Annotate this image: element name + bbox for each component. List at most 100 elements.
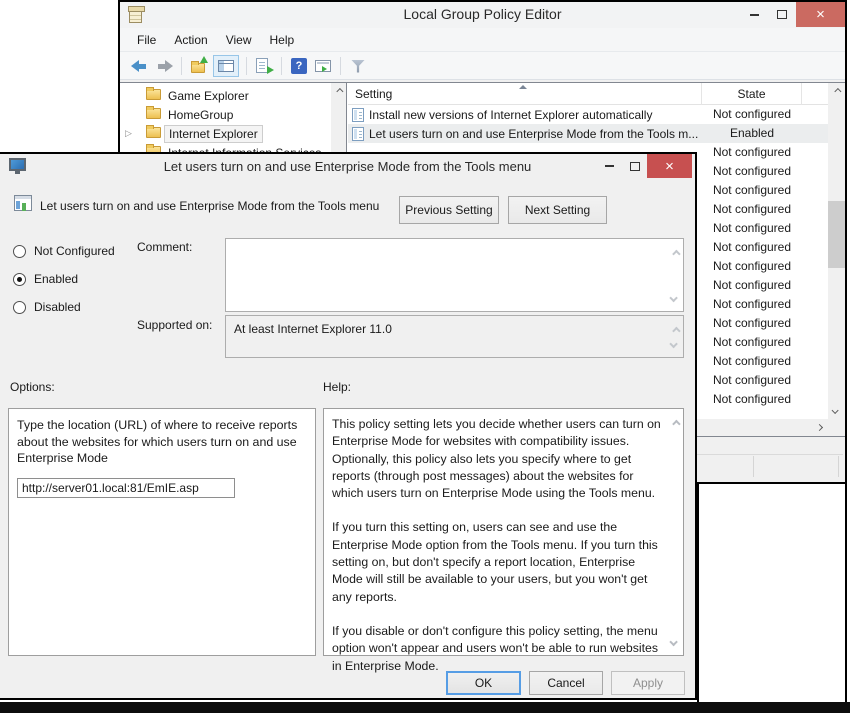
scroll-up-icon[interactable] [828, 83, 845, 99]
radio-enabled[interactable]: Enabled [13, 272, 78, 286]
radio-not-configured[interactable]: Not Configured [13, 244, 115, 258]
setting-state: Not configured [702, 143, 802, 162]
radio-disabled[interactable]: Disabled [13, 300, 81, 314]
setting-state: Not configured [702, 276, 802, 295]
maximize-icon [777, 10, 787, 19]
scrollbar-corner [828, 419, 845, 436]
toolbar-separator [246, 57, 247, 75]
folder-icon [146, 127, 161, 138]
dialog-close-button[interactable]: × [647, 154, 692, 178]
help-icon[interactable]: ? [289, 56, 309, 76]
minimize-button[interactable] [740, 2, 768, 27]
toolbar-separator [181, 57, 182, 75]
setting-state: Not configured [702, 219, 802, 238]
comment-label: Comment: [137, 240, 192, 254]
cancel-button[interactable]: Cancel [529, 671, 603, 695]
scrollbar-thumb[interactable] [828, 201, 845, 268]
radio-label: Enabled [34, 272, 78, 286]
close-icon: × [816, 6, 825, 23]
setting-state: Enabled [702, 124, 802, 143]
expand-chevron-icon[interactable]: ▷ [125, 128, 132, 139]
column-header-state[interactable]: State [702, 83, 802, 105]
up-one-level-icon[interactable] [189, 56, 209, 76]
setting-state: Not configured [702, 200, 802, 219]
setting-row-enterprise-mode[interactable]: Let users turn on and use Enterprise Mod… [348, 124, 828, 143]
supported-on-field: At least Internet Explorer 11.0 [225, 315, 684, 358]
radio-icon-checked[interactable] [13, 273, 26, 286]
folder-icon [146, 108, 161, 119]
setting-state: Not configured [702, 352, 802, 371]
radio-label: Disabled [34, 300, 81, 314]
setting-state: Not configured [702, 371, 802, 390]
comment-textarea[interactable] [225, 238, 684, 312]
radio-icon[interactable] [13, 301, 26, 314]
toolbar-separator [340, 57, 341, 75]
maximize-button[interactable] [768, 2, 796, 27]
menu-file[interactable]: File [128, 33, 165, 47]
apply-button[interactable]: Apply [611, 671, 685, 695]
policy-setting-icon [14, 195, 32, 211]
toolbar-separator [281, 57, 282, 75]
tree-item-internet-explorer[interactable]: ▷ Internet Explorer [120, 124, 330, 143]
back-icon[interactable] [130, 56, 150, 76]
scroll-down-icon[interactable] [828, 402, 845, 418]
help-text: This policy setting lets you decide whet… [332, 416, 668, 692]
export-list-icon[interactable] [254, 56, 274, 76]
scroll-down-icon[interactable] [672, 632, 678, 650]
scroll-down-icon[interactable] [672, 334, 678, 352]
supported-on-value: At least Internet Explorer 11.0 [234, 322, 392, 336]
forward-icon[interactable] [154, 56, 174, 76]
folder-icon [146, 89, 161, 100]
policy-dialog: Let users turn on and use Enterprise Mod… [0, 152, 697, 700]
menu-bar: File Action View Help [120, 28, 845, 52]
gpedit-titlebar[interactable]: Local Group Policy Editor × [120, 2, 845, 28]
close-button[interactable]: × [796, 2, 845, 27]
menu-help[interactable]: Help [261, 33, 304, 47]
help-panel: This policy setting lets you decide whet… [323, 408, 684, 656]
setting-row-install-new-versions[interactable]: Install new versions of Internet Explore… [348, 105, 828, 124]
list-vertical-scrollbar[interactable] [828, 83, 845, 419]
tree-item-game-explorer[interactable]: Game Explorer [120, 86, 330, 105]
toolbar: ? [120, 52, 845, 80]
setting-state: Not configured [702, 257, 802, 276]
report-url-input[interactable] [17, 478, 235, 498]
show-console-tree-icon[interactable] [213, 55, 239, 77]
scroll-up-icon[interactable] [672, 414, 678, 432]
ok-button[interactable]: OK [446, 671, 521, 695]
dialog-titlebar[interactable]: Let users turn on and use Enterprise Mod… [0, 154, 695, 180]
radio-icon[interactable] [13, 245, 26, 258]
list-header: Setting State [348, 83, 845, 105]
tree-item-homegroup[interactable]: HomeGroup [120, 105, 330, 124]
dialog-title: Let users turn on and use Enterprise Mod… [0, 159, 695, 174]
scroll-right-icon[interactable] [810, 419, 828, 436]
policy-setting-title: Let users turn on and use Enterprise Mod… [40, 199, 379, 213]
gpedit-window-title: Local Group Policy Editor [120, 6, 845, 22]
setting-state: Not configured [702, 314, 802, 333]
column-header-extra[interactable] [802, 83, 829, 105]
scroll-down-icon[interactable] [672, 288, 678, 306]
setting-state: Not configured [702, 390, 802, 409]
scroll-up-icon[interactable] [672, 244, 678, 262]
policy-icon [352, 127, 364, 141]
minimize-icon [750, 14, 759, 16]
filter-icon[interactable] [348, 56, 368, 76]
setting-state: Not configured [702, 181, 802, 200]
supported-on-label: Supported on: [137, 318, 212, 332]
menu-view[interactable]: View [217, 33, 261, 47]
menu-action[interactable]: Action [165, 33, 216, 47]
dialog-minimize-button[interactable] [597, 154, 622, 178]
help-label: Help: [323, 380, 351, 394]
screenshot-root: Local Group Policy Editor × File Action … [0, 0, 850, 713]
setting-state: Not configured [702, 333, 802, 352]
options-panel: Type the location (URL) of where to rece… [8, 408, 316, 656]
maximize-icon [630, 162, 640, 171]
next-setting-button[interactable]: Next Setting [508, 196, 607, 224]
previous-setting-button[interactable]: Previous Setting [399, 196, 499, 224]
options-label: Options: [10, 380, 55, 394]
scroll-up-icon[interactable] [331, 83, 346, 99]
dialog-maximize-button[interactable] [622, 154, 647, 178]
setting-name: Let users turn on and use Enterprise Mod… [369, 127, 698, 141]
setting-state: Not configured [702, 238, 802, 257]
show-action-pane-icon[interactable] [313, 56, 333, 76]
bottom-black-band [0, 702, 850, 713]
